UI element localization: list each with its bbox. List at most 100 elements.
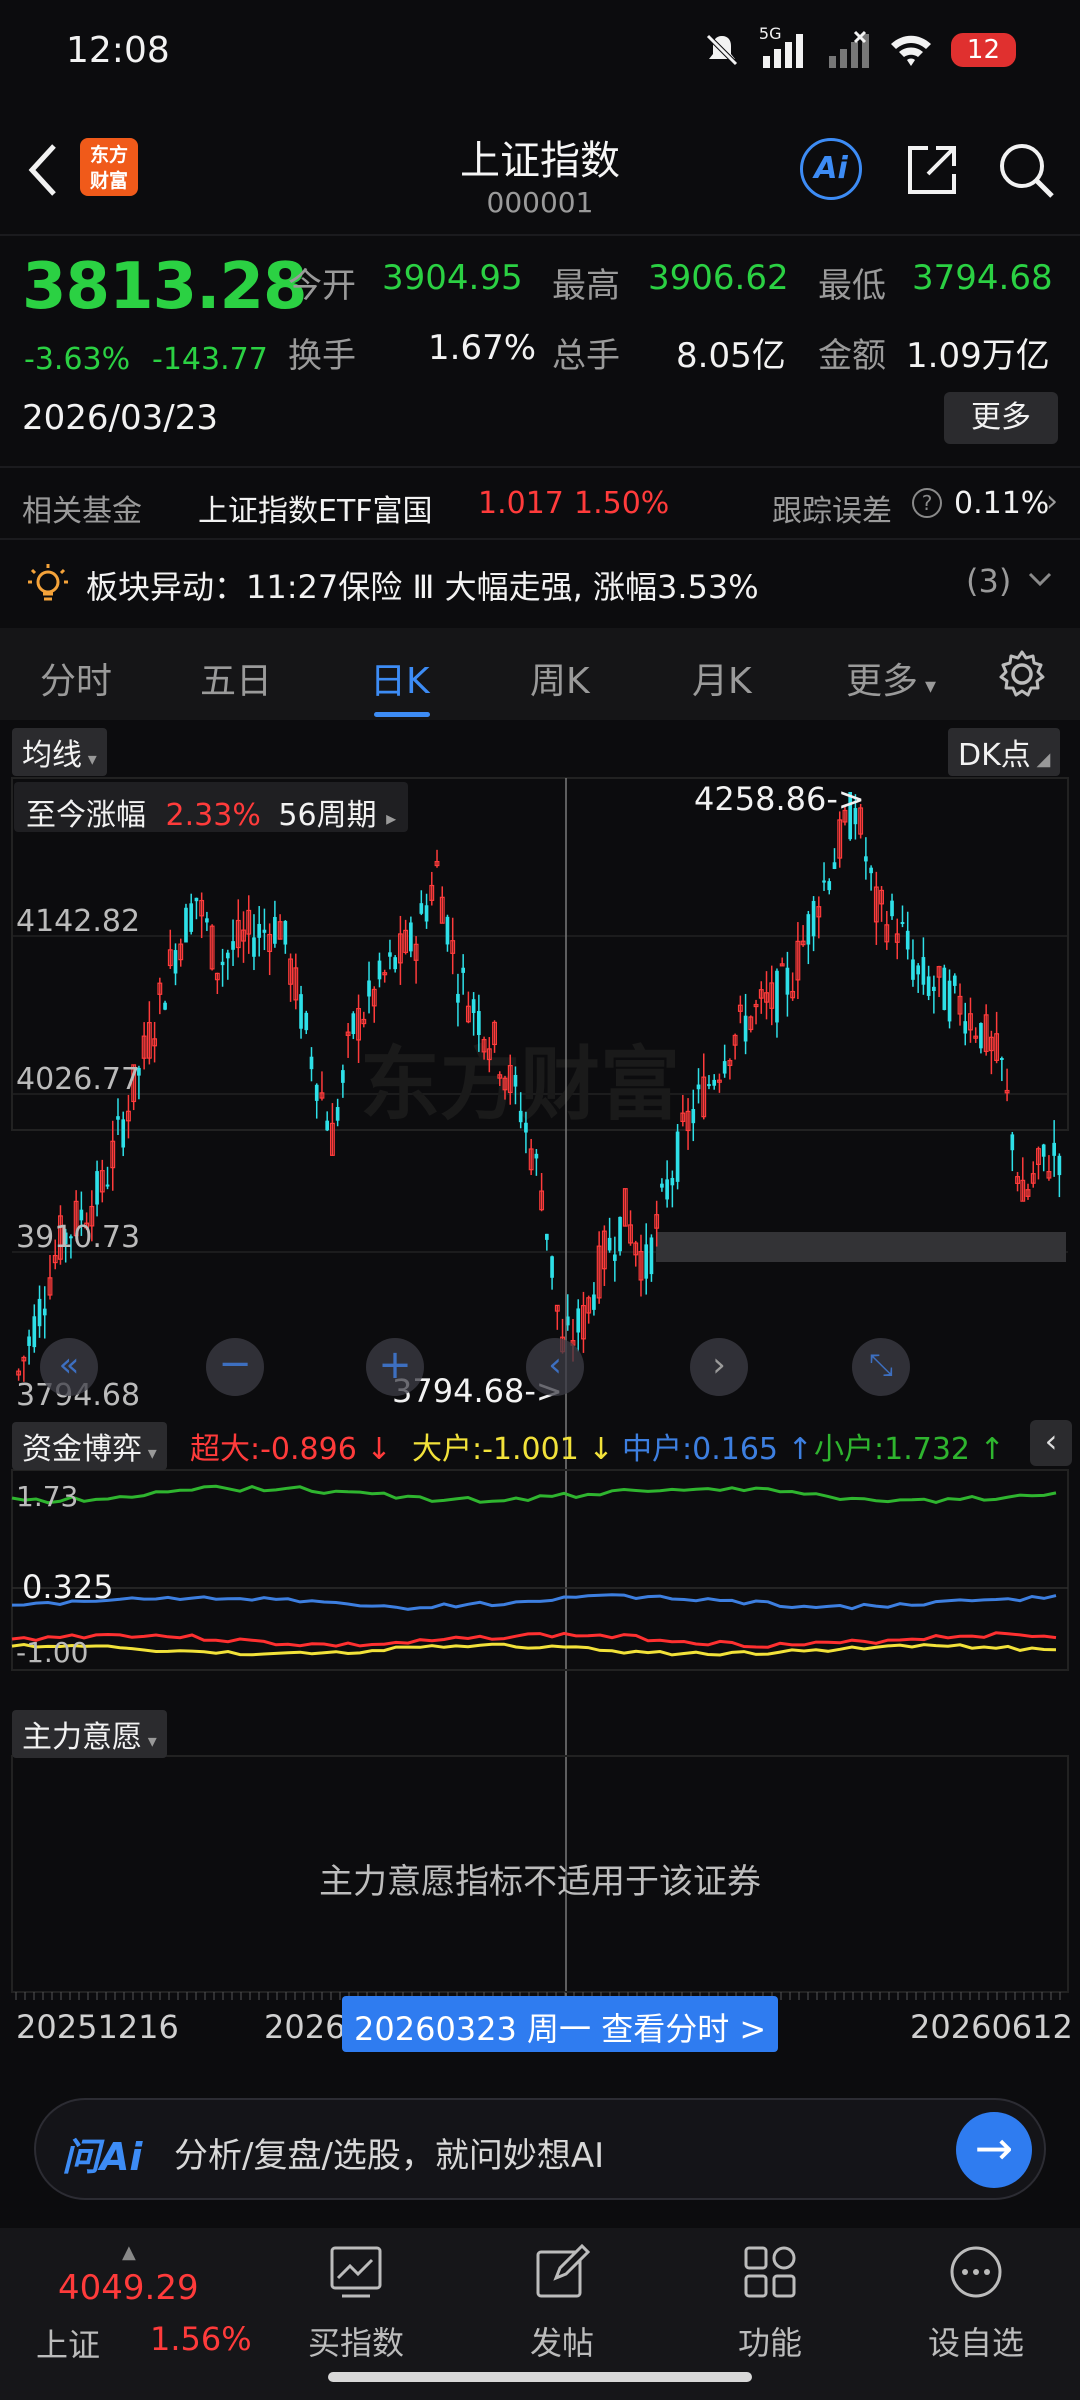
candle-body xyxy=(921,957,926,985)
candle-body xyxy=(707,1084,711,1087)
candle-body xyxy=(827,881,832,891)
candle-body xyxy=(613,1254,617,1261)
zoom-in-icon[interactable]: + xyxy=(366,1338,424,1396)
fund-name[interactable]: 上证指数ETF富国 xyxy=(198,486,433,530)
super-large-flow: 超大:-0.896 ↓ xyxy=(190,1432,392,1467)
amount-value: 1.09万亿 xyxy=(906,336,1050,376)
candle-body xyxy=(409,922,413,952)
candle-body xyxy=(607,1237,612,1251)
mute-icon xyxy=(706,34,738,66)
candle-body xyxy=(32,1316,37,1348)
period-change-box[interactable]: 至今涨幅 2.33% 56周期 ▸ xyxy=(14,782,409,833)
candle-body xyxy=(1057,1155,1062,1176)
collapse-panel-icon[interactable]: ‹ xyxy=(1030,1420,1072,1466)
tab-more[interactable]: 更多 ▾ xyxy=(846,652,936,704)
more-quote-button[interactable]: 更多 xyxy=(944,392,1058,444)
help-icon[interactable]: ? xyxy=(912,488,942,518)
large-investor-line xyxy=(11,1642,1057,1657)
candle-body xyxy=(205,918,209,923)
quote-date: 2026/03/23 xyxy=(22,398,218,438)
candle-body xyxy=(932,986,936,992)
ai-send-arrow-icon[interactable]: → xyxy=(956,2112,1032,2188)
fund-game-selector[interactable]: 资金博弈 ▾ xyxy=(12,1422,167,1470)
candle-body xyxy=(649,1237,654,1275)
candle-body xyxy=(304,1012,309,1031)
system-icons: 5G 12 xyxy=(703,24,1016,72)
candle-body xyxy=(869,867,873,874)
candle-body xyxy=(900,922,905,925)
candle-body xyxy=(262,929,267,933)
tab-intraday[interactable]: 分时 xyxy=(40,652,112,704)
nav-add-watchlist-label: 设自选 xyxy=(927,2324,1024,2362)
zoom-out-icon[interactable]: − xyxy=(206,1338,264,1396)
nav-functions-label: 功能 xyxy=(737,2324,802,2362)
candle-body xyxy=(79,1209,84,1221)
search-icon[interactable] xyxy=(996,140,1056,200)
candle-body xyxy=(220,961,225,966)
y-tick-2: 4026.77 xyxy=(16,1062,141,1097)
index-value[interactable]: 4049.29 xyxy=(58,2268,199,2308)
candle-body xyxy=(1052,1142,1056,1156)
candle-body xyxy=(1041,1144,1046,1157)
nav-add-watchlist[interactable]: 设自选 xyxy=(896,2228,1056,2364)
index-name[interactable]: 上证 xyxy=(36,2320,100,2366)
signal-5g-icon: 5G xyxy=(759,24,809,70)
tab-daily-k[interactable]: 日K xyxy=(370,652,430,704)
high-label: 最高 xyxy=(552,266,620,306)
large-flow: 大户:-1.001 ↓ xyxy=(412,1432,614,1467)
settings-gear-icon[interactable] xyxy=(996,648,1048,700)
fund-price: 1.017 xyxy=(478,486,564,521)
related-fund-row[interactable]: 相关基金 上证指数ETF富国 1.017 1.50% 跟踪误差 ? 0.11% … xyxy=(0,474,1080,536)
medium-investor-line xyxy=(11,1593,1057,1611)
candle-body xyxy=(419,903,424,914)
chart-tabs: 分时 五日 日K 周K 月K 更多 ▾ xyxy=(0,628,1080,720)
nav-buy-index[interactable]: 买指数 xyxy=(276,2228,436,2364)
candle-body xyxy=(309,1056,314,1070)
candle-body xyxy=(785,967,790,995)
scroll-left-icon[interactable]: ‹ xyxy=(526,1338,584,1396)
ma-selector[interactable]: 均线 ▾ xyxy=(12,728,107,776)
view-intraday-button[interactable]: 20260323 周一 查看分时 > xyxy=(342,1996,779,2052)
fullscreen-icon[interactable]: ⤡ xyxy=(852,1338,910,1396)
low-label: 最低 xyxy=(818,266,886,306)
candle-body xyxy=(618,1216,622,1252)
fund-tick-top: 1.73 xyxy=(16,1480,79,1513)
share-icon[interactable] xyxy=(902,140,962,200)
nav-post[interactable]: 发帖 xyxy=(482,2228,642,2364)
nav-functions[interactable]: 功能 xyxy=(690,2228,850,2364)
small-investor-line xyxy=(11,1484,1057,1505)
main-will-selector[interactable]: 主力意愿 ▾ xyxy=(12,1710,167,1758)
tab-five-day[interactable]: 五日 xyxy=(200,652,272,704)
candle-body xyxy=(592,1294,596,1310)
tab-weekly-k[interactable]: 周K xyxy=(530,652,590,704)
candle-body xyxy=(696,1084,701,1090)
caret-up-icon: ▲ xyxy=(122,2242,136,2263)
fund-tick-bottom: -1.00 xyxy=(16,1636,89,1669)
y-tick-1: 4142.82 xyxy=(16,904,141,939)
dk-point-toggle[interactable]: DK点 ◢ xyxy=(948,728,1061,776)
nav-post-label: 发帖 xyxy=(529,2324,594,2362)
scroll-left-fast-icon[interactable]: « xyxy=(40,1338,98,1396)
low-value: 3794.68 xyxy=(912,258,1053,298)
candle-body xyxy=(1010,1134,1015,1151)
ai-ask-bar[interactable]: 问Ai 分析/复盘/选股，就问妙想AI → xyxy=(34,2098,1046,2200)
turnover-value: 1.67% xyxy=(428,328,537,368)
candle-body xyxy=(660,1183,664,1188)
fund-label: 相关基金 xyxy=(22,494,142,529)
medium-flow: 中户:0.165 ↑ xyxy=(622,1432,813,1467)
index-pct[interactable]: 1.56% xyxy=(150,2320,252,2358)
scroll-right-icon[interactable]: › xyxy=(690,1338,748,1396)
change-percent: -3.63% xyxy=(24,342,131,377)
chevron-right-icon: › xyxy=(1046,484,1058,519)
tracking-error-label: 跟踪误差 xyxy=(772,494,892,529)
kline-chart-area[interactable]: 东方财富 均线 ▾ DK点 ◢ 至今涨幅 2.33% 56周期 ▸ 4142.8… xyxy=(0,722,1080,2072)
tab-monthly-k[interactable]: 月K xyxy=(692,652,752,704)
candle-body xyxy=(916,965,921,975)
ai-input-placeholder[interactable]: 分析/复盘/选股，就问妙想AI xyxy=(174,2128,604,2177)
current-price: 3813.28 xyxy=(22,250,307,324)
ai-button[interactable]: Ai xyxy=(800,138,862,200)
candle-body xyxy=(393,957,398,970)
sector-alert-row[interactable]: 板块异动：11:27保险 Ⅲ 大幅走强, 涨幅3.53% (3) xyxy=(0,546,1080,618)
candle-body xyxy=(979,1023,983,1049)
battery-indicator: 12 xyxy=(950,33,1016,67)
